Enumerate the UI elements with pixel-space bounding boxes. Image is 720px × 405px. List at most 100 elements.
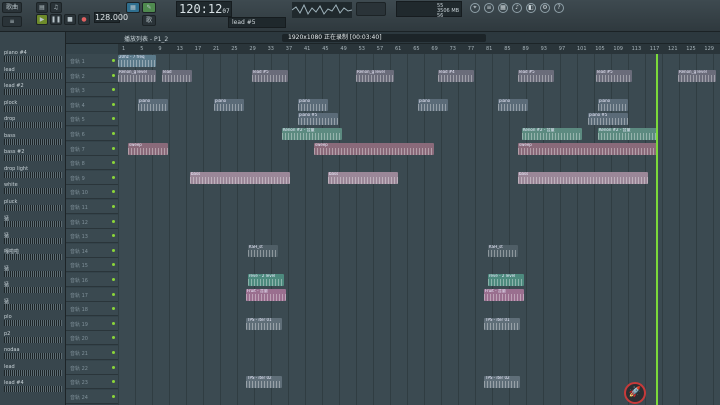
stop-icon[interactable]: ■ bbox=[64, 14, 76, 25]
playlist-clip[interactable]: piano bbox=[598, 98, 628, 111]
track-mute-icon[interactable] bbox=[112, 59, 115, 62]
time-display[interactable]: 120:1207 bbox=[176, 1, 232, 17]
track-header[interactable]: 音轨 17 bbox=[66, 287, 118, 302]
playlist-clip[interactable]: piano #5 bbox=[588, 113, 628, 126]
channel-rack-icon[interactable]: ▦ bbox=[498, 3, 508, 13]
channel-item[interactable]: p2 bbox=[2, 331, 64, 344]
play-icon[interactable]: ▶ bbox=[36, 14, 48, 25]
track-mute-icon[interactable] bbox=[112, 146, 115, 150]
piano-roll-icon[interactable]: ♪ bbox=[512, 3, 522, 13]
channel-item[interactable]: 猛 bbox=[2, 281, 64, 294]
master-volume-slider[interactable] bbox=[356, 2, 386, 16]
channel-item[interactable]: lead #4 bbox=[2, 380, 64, 393]
help-icon[interactable]: ? bbox=[554, 3, 564, 13]
step-selector[interactable]: ✎ bbox=[142, 2, 156, 13]
channel-item[interactable]: 猛 bbox=[2, 215, 64, 228]
channel-item[interactable]: lead #2 bbox=[2, 83, 64, 96]
channel-item[interactable]: 猛 bbox=[2, 265, 64, 278]
channel-item[interactable]: bass bbox=[2, 133, 64, 146]
track-mute-icon[interactable] bbox=[112, 321, 115, 325]
track-header[interactable]: 音轨 18 bbox=[66, 302, 118, 317]
track-header[interactable]: 音轨 4 bbox=[66, 97, 118, 112]
track-header[interactable]: 音轨 23 bbox=[66, 375, 118, 390]
track-header[interactable]: 音轨 21 bbox=[66, 346, 118, 360]
channel-item[interactable]: drop bbox=[2, 116, 64, 129]
track-mute-icon[interactable] bbox=[112, 292, 115, 296]
track-mute-icon[interactable] bbox=[112, 278, 115, 281]
song-mode-icon[interactable]: ♫ bbox=[50, 2, 62, 13]
playlist-clip[interactable]: TPS - iter 01 bbox=[246, 317, 282, 330]
channel-item[interactable]: pluck bbox=[2, 199, 64, 212]
track-header[interactable]: 音轨 3 bbox=[66, 83, 118, 98]
track-header[interactable]: 音轨 19 bbox=[66, 316, 118, 331]
record-icon[interactable]: ● bbox=[78, 14, 90, 25]
pattern-mode-icon[interactable]: ▤ bbox=[36, 2, 48, 13]
channel-item[interactable]: white bbox=[2, 182, 64, 195]
playlist-clip[interactable]: lead #5 bbox=[596, 69, 632, 82]
track-mute-icon[interactable] bbox=[112, 248, 115, 252]
track-mute-icon[interactable] bbox=[112, 234, 115, 238]
playlist-clip[interactable]: piano bbox=[138, 98, 168, 111]
channel-item[interactable]: 嘎啦啦 bbox=[2, 248, 64, 261]
timeline-ruler[interactable]: 1 5 9 13 17 21 25 29 33 37 41 45 49 53 57 61 65 69 73 77 81 8… bbox=[118, 44, 720, 54]
channel-item[interactable]: lead bbox=[2, 364, 64, 377]
playlist-clip[interactable]: piano bbox=[498, 98, 528, 111]
track-header[interactable]: 音轨 9 bbox=[66, 170, 118, 185]
playlist-clip[interactable]: sweep bbox=[518, 142, 658, 155]
channel-item[interactable]: piano #4 bbox=[2, 50, 64, 63]
playlist-clip[interactable]: KSH_st bbox=[488, 244, 518, 257]
track-mute-icon[interactable] bbox=[112, 219, 115, 223]
track-header[interactable]: 音轨 7 bbox=[66, 141, 118, 156]
playlist-clip[interactable]: 20hz - 7 freq bbox=[118, 55, 156, 67]
track-mute-icon[interactable] bbox=[112, 365, 115, 369]
playlist-clip[interactable]: Renon_g level bbox=[356, 69, 394, 82]
playlist-clip[interactable]: sweep bbox=[128, 142, 168, 155]
menu-button[interactable]: ≡ bbox=[2, 16, 22, 27]
playlist-clip[interactable]: Fruit - 音量 bbox=[484, 288, 524, 301]
track-header[interactable]: 音轨 16 bbox=[66, 273, 118, 287]
track-mute-icon[interactable] bbox=[112, 263, 115, 267]
mixer-icon[interactable]: ≡ bbox=[484, 3, 494, 13]
channel-item[interactable]: lead bbox=[2, 67, 64, 80]
track-header[interactable]: 音轨 22 bbox=[66, 360, 118, 375]
track-mute-icon[interactable] bbox=[112, 117, 115, 121]
track-header[interactable]: 音轨 8 bbox=[66, 156, 118, 171]
track-mute-icon[interactable] bbox=[112, 336, 115, 340]
track-header[interactable]: 音轨 6 bbox=[66, 127, 118, 141]
playlist-clip[interactable]: Renon_g level bbox=[118, 69, 156, 82]
channel-item[interactable]: 猛 bbox=[2, 298, 64, 311]
pattern-label[interactable]: 歌 bbox=[142, 15, 156, 26]
playlist-clip[interactable]: lead bbox=[162, 69, 192, 82]
channel-item[interactable]: nodaa bbox=[2, 347, 64, 360]
playlist-clip[interactable]: Kenon #2 - 音量 bbox=[282, 128, 342, 140]
playlist-grid[interactable]: 20hz - 7 freq Renon_g level lead lead #5 Ren… bbox=[118, 54, 720, 405]
playlist-clip[interactable]: reve - 2 level bbox=[248, 274, 284, 286]
playlist-clip[interactable]: Fruit - 音量 bbox=[246, 288, 286, 301]
playlist-clip[interactable]: Renon_g level bbox=[678, 69, 716, 82]
track-header[interactable]: 音轨 10 bbox=[66, 185, 118, 200]
playlist-clip[interactable]: piano bbox=[298, 98, 328, 111]
snap-icon[interactable]: ⌖ bbox=[470, 3, 480, 13]
track-header[interactable]: 音轨 14 bbox=[66, 243, 118, 258]
track-mute-icon[interactable] bbox=[112, 88, 115, 92]
playlist-clip[interactable]: piano bbox=[214, 98, 244, 111]
playlist-clip[interactable]: lead #5 bbox=[518, 69, 554, 82]
tempo-display[interactable]: 128.000 bbox=[94, 12, 128, 23]
playlist-clip[interactable]: KSH_st bbox=[248, 244, 278, 257]
track-mute-icon[interactable] bbox=[112, 394, 115, 398]
track-mute-icon[interactable] bbox=[112, 161, 115, 165]
track-header[interactable]: 音轨 20 bbox=[66, 331, 118, 346]
playlist-clip[interactable]: piano bbox=[418, 98, 448, 111]
playlist-clip[interactable]: TPS - iter 01 bbox=[484, 317, 520, 330]
track-mute-icon[interactable] bbox=[112, 351, 115, 354]
track-header[interactable]: 音轨 13 bbox=[66, 229, 118, 244]
playlist-clip[interactable]: bass bbox=[190, 171, 290, 184]
track-header[interactable]: 音轨 24 bbox=[66, 389, 118, 404]
playlist-clip[interactable]: bass bbox=[518, 171, 648, 184]
channel-item[interactable]: 猛 bbox=[2, 232, 64, 245]
track-header[interactable]: 音轨 12 bbox=[66, 214, 118, 229]
pattern-selector[interactable]: ▦ bbox=[126, 2, 140, 13]
track-header[interactable]: 音轨 2 bbox=[66, 68, 118, 83]
playlist-clip[interactable]: TPS - iter 02 bbox=[246, 376, 282, 389]
track-mute-icon[interactable] bbox=[112, 190, 115, 194]
